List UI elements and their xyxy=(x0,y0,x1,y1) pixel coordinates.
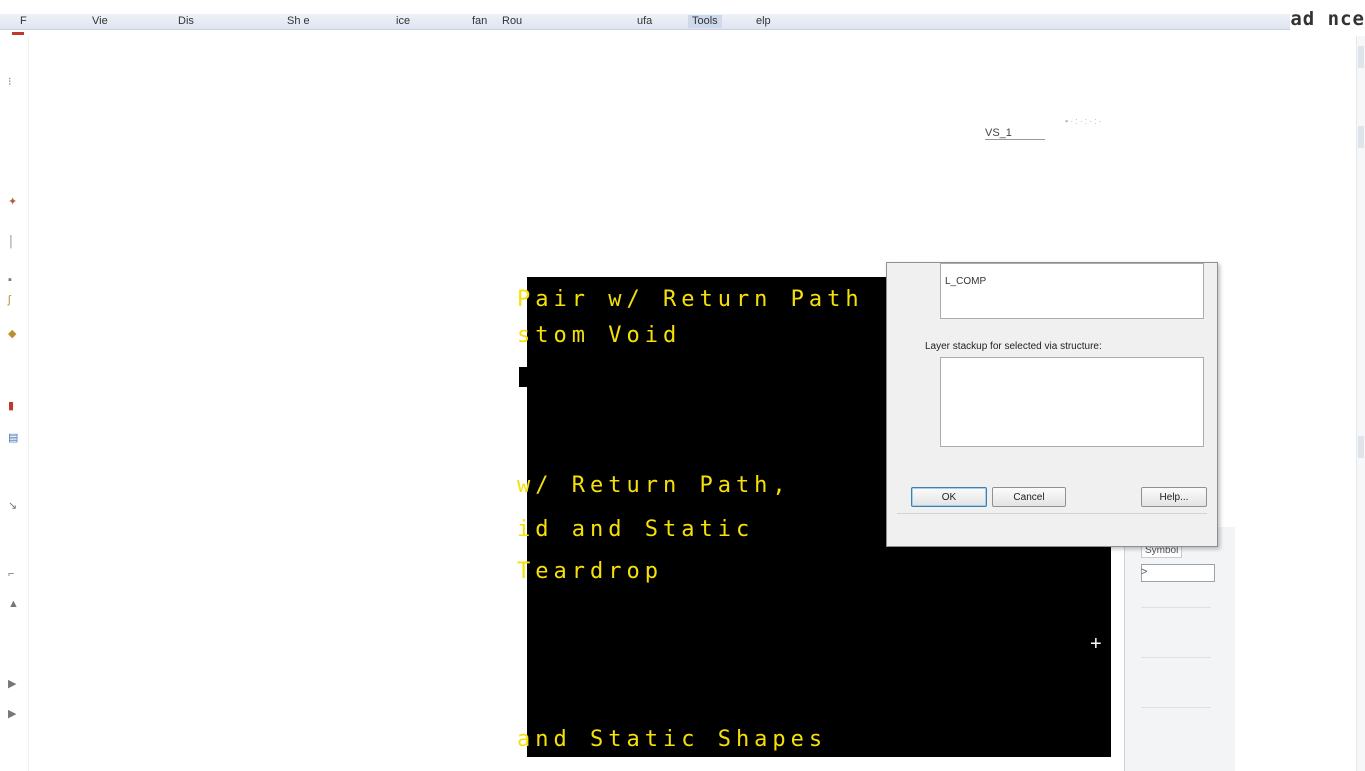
tool-next-icon[interactable]: ▶ xyxy=(8,678,16,690)
toolbar-red-marker xyxy=(12,32,24,35)
symbol-combo[interactable] xyxy=(1141,564,1215,582)
stackup-label: Layer stackup for selected via structure… xyxy=(925,341,1102,352)
canvas-text-line: Teardrop xyxy=(517,559,663,584)
menu-file[interactable]: F xyxy=(20,15,27,28)
crosshair-cursor-icon: + xyxy=(1090,633,1102,655)
tool-add-icon[interactable]: ʃ xyxy=(8,294,10,306)
via-structure-list[interactable]: L_COMP xyxy=(940,263,1204,319)
side-panel: Symbol > xyxy=(1124,527,1235,771)
menu-shape[interactable]: Sh e xyxy=(287,15,310,28)
menu-help[interactable]: elp xyxy=(756,15,771,28)
left-toolbar: ⁝ ✦ │ ▪ ʃ ◆ ▮ ▤ ↘ ⌐ ▲ ▶ ▶ xyxy=(0,32,29,771)
tool-line-icon[interactable]: │ xyxy=(8,236,15,248)
stackup-list[interactable] xyxy=(940,357,1204,447)
canvas-text-line: and Static Shapes xyxy=(517,727,828,752)
tool-via-icon[interactable]: ▮ xyxy=(8,400,14,412)
via-structure-list-item[interactable]: L_COMP xyxy=(945,276,986,287)
tool-shape-icon[interactable]: ◆ xyxy=(8,328,16,340)
side-row-divider xyxy=(1141,657,1211,658)
menu-view[interactable]: Vie xyxy=(92,15,108,28)
tool-layer-icon[interactable]: ▤ xyxy=(8,432,18,444)
canvas-edge-mark xyxy=(519,367,527,387)
right-scroll-strip[interactable] xyxy=(1356,36,1365,771)
dialog-separator xyxy=(897,513,1207,514)
via-structure-label: VS_1 xyxy=(985,127,1045,140)
via-structure-dialog: L_COMP Layer stackup for selected via st… xyxy=(886,262,1218,547)
menu-right-title: ad nce xyxy=(1290,8,1365,30)
scroll-mark xyxy=(1358,126,1364,148)
combo-arrow-icon: > xyxy=(1141,566,1148,578)
help-button[interactable]: Help... xyxy=(1141,487,1207,507)
tool-select-icon[interactable]: ⁝ xyxy=(8,76,12,88)
menu-manufacture[interactable]: ufa xyxy=(637,15,652,28)
cancel-button[interactable]: Cancel xyxy=(992,487,1066,507)
tool-grid-icon[interactable]: ▲ xyxy=(8,598,19,610)
menu-route[interactable]: Rou xyxy=(502,15,522,28)
menu-bar: F Vie Dis Sh e ice fan Rou ufa Tools elp… xyxy=(0,0,1365,36)
canvas-text-line: id and Static xyxy=(517,517,755,542)
menu-display[interactable]: Dis xyxy=(178,15,194,28)
scroll-mark xyxy=(1358,46,1364,68)
tool-zoom-icon[interactable]: ⌐ xyxy=(8,568,14,580)
canvas-text-line: Pair w/ Return Path xyxy=(517,287,864,312)
side-row-divider xyxy=(1141,607,1211,608)
tool-pin-icon[interactable]: ▪ xyxy=(8,274,12,286)
canvas-text-line: stom Void xyxy=(517,323,682,348)
scroll-mark xyxy=(1358,436,1364,458)
side-row-divider xyxy=(1141,707,1211,708)
ok-button[interactable]: OK xyxy=(911,487,987,507)
canvas-text-line: w/ Return Path, xyxy=(517,473,791,498)
menu-tools[interactable]: Tools xyxy=(688,15,722,28)
tool-route-icon[interactable]: ✦ xyxy=(8,196,17,208)
menu-fanout[interactable]: fan xyxy=(472,15,487,28)
menu-place[interactable]: ice xyxy=(396,15,410,28)
tool-move-icon[interactable]: ↘ xyxy=(8,500,17,512)
tool-play-icon[interactable]: ▶ xyxy=(8,708,16,720)
faint-toolbar-dots: ▪·:·:·:· xyxy=(1065,116,1104,126)
